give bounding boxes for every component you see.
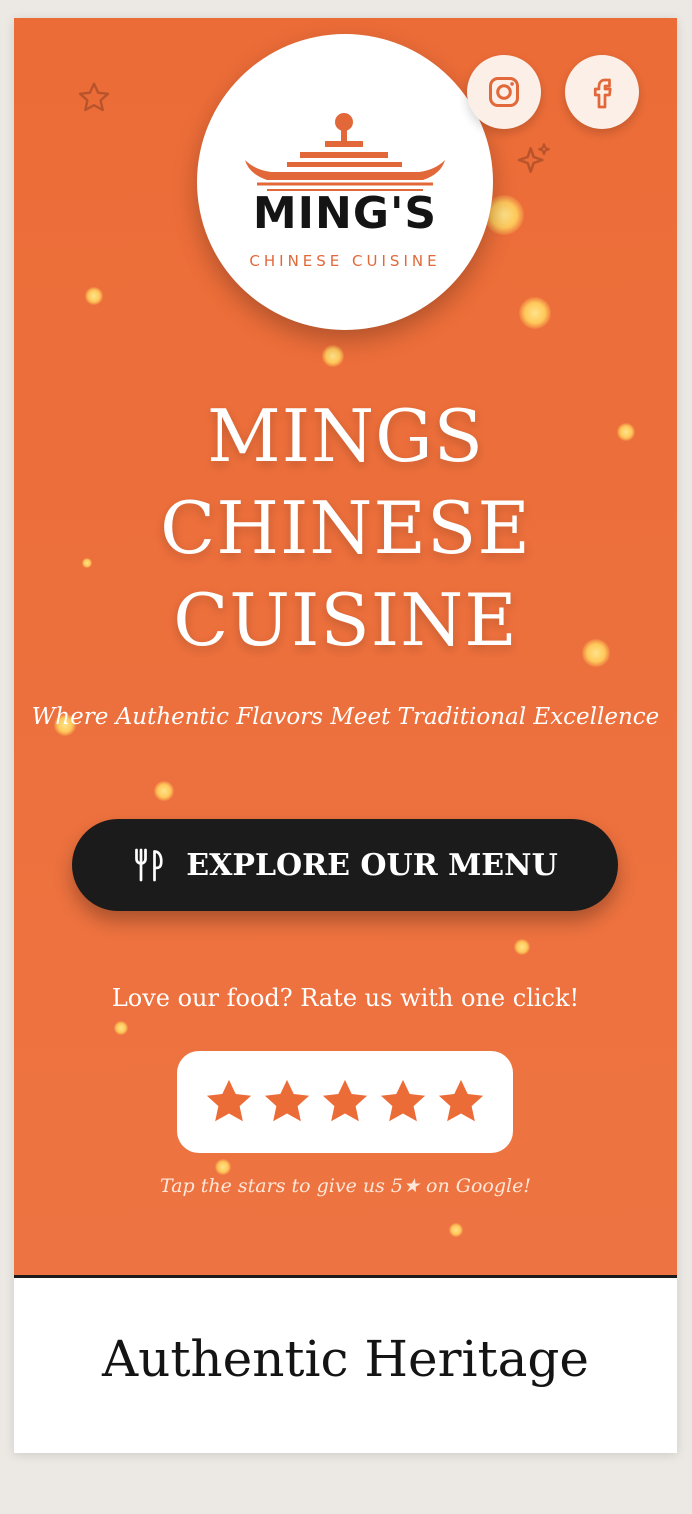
logo-subtitle: CHINESE CUISINE xyxy=(249,252,441,270)
hero-tagline: Where Authentic Flavors Meet Traditional… xyxy=(31,704,660,730)
hero-title-line-2: CHINESE xyxy=(160,486,531,570)
instagram-button[interactable] xyxy=(467,55,541,129)
glow-dot xyxy=(114,1021,128,1035)
hero-title-line-1: MINGS xyxy=(206,394,484,478)
rating-stars xyxy=(177,1051,513,1153)
restaurant-logo: MING'S CHINESE CUISINE xyxy=(197,34,493,330)
page-frame: MING'S CHINESE CUISINE MINGS CHINESE CUI… xyxy=(14,18,677,1453)
facebook-button[interactable] xyxy=(565,55,639,129)
star-icon[interactable] xyxy=(435,1076,487,1128)
instagram-icon xyxy=(489,77,519,107)
heritage-title: Authentic Heritage xyxy=(102,1330,589,1388)
star-icon[interactable] xyxy=(203,1076,255,1128)
facebook-icon xyxy=(593,78,612,109)
hero-section: MING'S CHINESE CUISINE MINGS CHINESE CUI… xyxy=(14,18,677,1275)
logo-wordmark: MING'S xyxy=(252,188,438,239)
glow-dot xyxy=(85,287,103,305)
explore-menu-label: EXPLORE OUR MENU xyxy=(186,847,558,883)
hero-title: MINGS CHINESE CUISINE xyxy=(14,390,677,666)
glow-dot xyxy=(449,1223,463,1237)
glow-dot xyxy=(215,1159,231,1175)
star-icon[interactable] xyxy=(261,1076,313,1128)
hero-divider xyxy=(14,1275,677,1278)
rating-hint: Tap the stars to give us 5★ on Google! xyxy=(160,1175,531,1197)
glow-dot xyxy=(514,939,530,955)
utensils-icon xyxy=(135,848,163,882)
sparkle-icon xyxy=(517,143,550,173)
star-icon[interactable] xyxy=(377,1076,429,1128)
outline-star-icon xyxy=(78,82,110,112)
rating-prompt: Love our food? Rate us with one click! xyxy=(111,984,580,1012)
hero-title-line-3: CUISINE xyxy=(173,578,518,662)
star-icon[interactable] xyxy=(319,1076,371,1128)
boat-logo-icon xyxy=(245,113,445,191)
glow-dot xyxy=(322,345,344,367)
glow-dot xyxy=(154,781,174,801)
explore-menu-button[interactable]: EXPLORE OUR MENU xyxy=(72,819,618,911)
glow-dot xyxy=(519,297,551,329)
